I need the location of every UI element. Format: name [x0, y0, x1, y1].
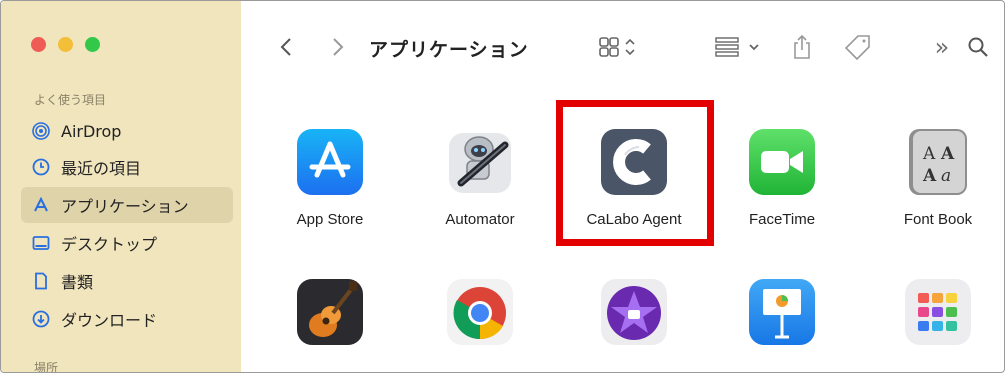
garageband-guitar-icon [295, 277, 365, 347]
share-icon [794, 34, 810, 59]
svg-text:A: A [940, 144, 955, 164]
app-item-chrome[interactable] [405, 277, 555, 347]
airdrop-icon [31, 121, 51, 141]
app-item-keynote[interactable] [707, 277, 857, 347]
minimize-button[interactable] [58, 37, 73, 52]
sidebar-item-downloads[interactable]: ダウンロード [21, 301, 233, 337]
sidebar-item-label: ダウンロード [61, 311, 158, 330]
applications-icon [31, 195, 51, 215]
app-item-garageband[interactable] [255, 277, 405, 347]
automator-robot-icon [445, 127, 515, 197]
favorites-section-title: よく使う項目 [34, 93, 107, 107]
sidebar-item-desktop[interactable]: デスクトップ [21, 225, 233, 261]
sidebar-item-airdrop[interactable]: AirDrop [21, 113, 233, 149]
svg-text:a: a [941, 166, 951, 186]
desktop-icon [31, 233, 51, 253]
group-button[interactable] [713, 31, 769, 63]
app-item-launchpad[interactable] [863, 277, 1004, 347]
download-icon [31, 309, 51, 329]
chrome-icon [445, 277, 515, 347]
svg-text:A: A [922, 144, 936, 164]
search-button[interactable] [961, 31, 995, 63]
svg-text:A: A [922, 166, 937, 186]
finder-window: よく使う項目 AirDrop 最近の項目 アプリケーション デスクトップ 書類 … [0, 0, 1005, 373]
zoom-button[interactable] [85, 37, 100, 52]
chevron-right-icon [333, 38, 344, 56]
back-button[interactable] [271, 31, 301, 63]
sidebar-item-label: アプリケーション [61, 197, 189, 216]
window-title: アプリケーション [369, 39, 529, 61]
sidebar-item-documents[interactable]: 書類 [21, 263, 233, 299]
app-item-imovie[interactable] [559, 277, 709, 347]
app-item-font-book[interactable]: A A A a Font Book [863, 127, 1004, 228]
keynote-podium-icon [747, 277, 817, 347]
app-label: FaceTime [748, 211, 816, 228]
forward-button[interactable] [323, 31, 353, 63]
highlight-box [556, 100, 714, 246]
sidebar-item-label: デスクトップ [61, 235, 158, 254]
share-button[interactable] [787, 31, 817, 63]
search-icon [968, 37, 988, 57]
app-item-automator[interactable]: Automator [405, 127, 555, 228]
sidebar-item-label: AirDrop [61, 121, 122, 141]
sidebar: よく使う項目 AirDrop 最近の項目 アプリケーション デスクトップ 書類 … [1, 1, 241, 373]
launchpad-grid-icon [903, 277, 973, 347]
chevron-left-icon [280, 38, 291, 56]
font-book-icon: A A A a [903, 127, 973, 197]
close-button[interactable] [31, 37, 46, 52]
icon-view-icon [599, 37, 635, 57]
app-label: Automator [445, 211, 515, 228]
sidebar-item-recents[interactable]: 最近の項目 [21, 149, 233, 185]
sidebar-item-applications[interactable]: アプリケーション [21, 187, 233, 223]
app-item-app-store[interactable]: App Store [255, 127, 405, 228]
locations-section-title: 場所 [34, 361, 59, 373]
sidebar-item-label: 最近の項目 [61, 159, 142, 178]
window-controls [31, 37, 100, 52]
app-label: App Store [296, 211, 364, 228]
app-store-icon [295, 127, 365, 197]
overflow-button[interactable]: » [929, 31, 955, 63]
tag-icon [844, 35, 870, 61]
clock-icon [31, 157, 51, 177]
document-icon [31, 271, 51, 291]
group-icon [715, 37, 759, 57]
tag-button[interactable] [841, 31, 875, 63]
facetime-camera-icon [747, 127, 817, 197]
imovie-star-icon [599, 277, 669, 347]
view-mode-button[interactable] [595, 31, 645, 63]
sidebar-item-label: 書類 [61, 273, 94, 292]
app-item-facetime[interactable]: FaceTime [707, 127, 857, 228]
app-label: Font Book [903, 211, 973, 228]
